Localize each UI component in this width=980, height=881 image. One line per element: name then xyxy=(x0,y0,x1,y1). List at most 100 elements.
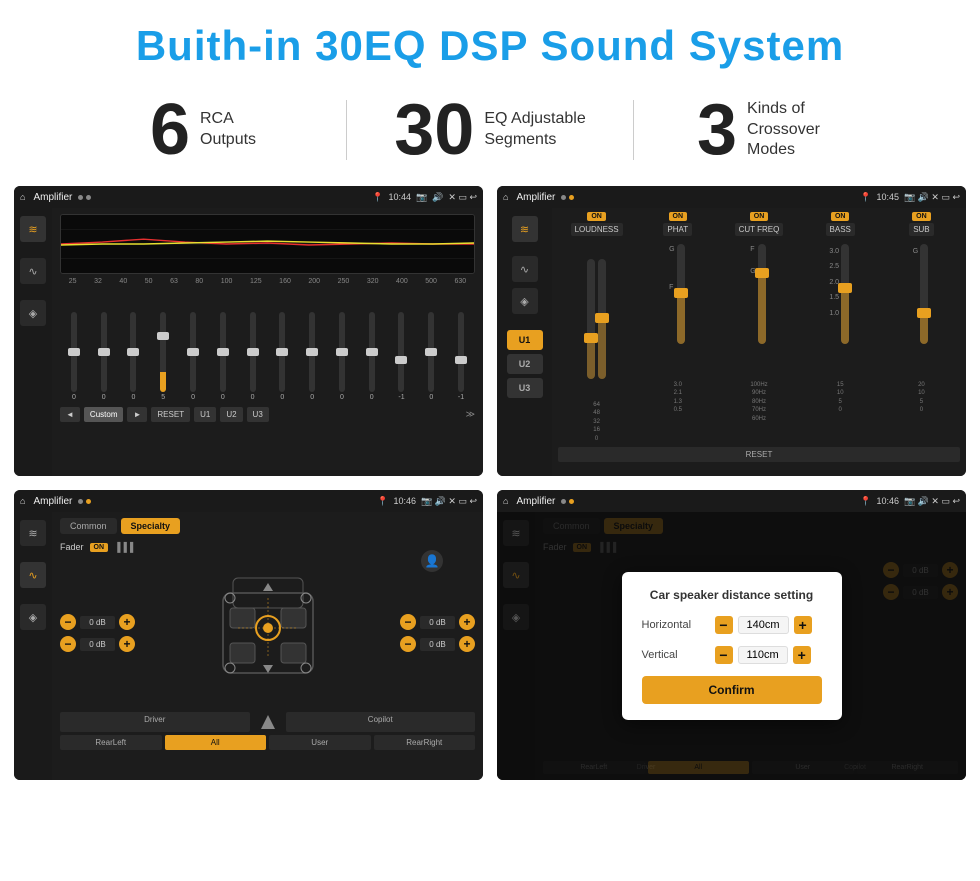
vol-rl-minus[interactable]: − xyxy=(60,636,76,652)
channel-phat: ON PHAT GF 3.02.11.30.5 xyxy=(639,212,716,443)
rearleft-btn[interactable]: RearLeft xyxy=(60,735,162,750)
eq-slider-10[interactable]: 0 xyxy=(358,312,386,401)
cutfreq-area: FG xyxy=(750,239,767,379)
channel-cutfreq: ON CUT FREQ FG 100Hz90Hz80Hz70Hz60Hz xyxy=(720,212,797,443)
dialog-overlay: Car speaker distance setting Horizontal … xyxy=(497,512,966,780)
dialog-title: Car speaker distance setting xyxy=(642,588,822,602)
bottom-btns: Driver Copilot xyxy=(60,712,475,732)
eq-slider-2[interactable]: 0 xyxy=(120,312,148,401)
vertical-minus[interactable]: − xyxy=(715,646,733,664)
speaker-icon-3[interactable]: ◈ xyxy=(20,604,46,630)
loudness-slider2[interactable] xyxy=(598,259,606,379)
confirm-button[interactable]: Confirm xyxy=(642,676,822,704)
vol-rl-value: 0 dB xyxy=(80,638,115,651)
u3-sidebar[interactable]: U3 xyxy=(507,378,543,398)
wave-icon-2[interactable]: ∿ xyxy=(512,256,538,282)
screen3-main: Common Specialty Fader ON ▐▐▐ − 0 dB + xyxy=(52,512,483,780)
loudness-on[interactable]: ON xyxy=(587,212,606,221)
screen3-time: 10:46 xyxy=(393,496,416,506)
prev-btn[interactable]: ◄ xyxy=(60,407,80,422)
wave-icon-3[interactable]: ∿ xyxy=(20,562,46,588)
play-btn[interactable]: ► xyxy=(127,407,147,422)
eq-slider-9[interactable]: 0 xyxy=(328,312,356,401)
user-btn[interactable]: User xyxy=(269,735,371,750)
rearright-btn[interactable]: RearRight xyxy=(374,735,476,750)
all-btn[interactable]: All xyxy=(165,735,267,750)
eq-slider-12[interactable]: 0 xyxy=(417,312,445,401)
eq-slider-1[interactable]: 0 xyxy=(90,312,118,401)
eq-freq-labels: 253240506380100125160200250320400500630 xyxy=(60,278,475,285)
vol-fl-minus[interactable]: − xyxy=(60,614,76,630)
vertical-plus[interactable]: + xyxy=(793,646,811,664)
vol-fr-minus[interactable]: − xyxy=(400,614,416,630)
crossover-reset[interactable]: RESET xyxy=(558,447,960,462)
screen2-topbar: ⌂ Amplifier 📍 10:45 📷 🔊 ✕ ▭ ↩ xyxy=(497,186,966,208)
eq-slider-7[interactable]: 0 xyxy=(268,312,296,401)
eq-icon-3[interactable]: ≋ xyxy=(20,520,46,546)
copilot-btn[interactable]: Copilot xyxy=(286,712,476,732)
eq-icon-2[interactable]: ≋ xyxy=(512,216,538,242)
cutfreq-slider[interactable] xyxy=(758,244,766,344)
screens-grid: ⌂ Amplifier 📍 10:44 📷 🔊 ✕ ▭ ↩ ≋ ∿ ◈ xyxy=(0,186,980,780)
u1-btn[interactable]: U1 xyxy=(194,407,216,422)
sub-slider[interactable] xyxy=(920,244,928,344)
driver-btn[interactable]: Driver xyxy=(60,712,250,732)
expand-icon: ≫ xyxy=(466,409,475,420)
horizontal-plus[interactable]: + xyxy=(794,616,812,634)
eq-slider-3[interactable]: 5 xyxy=(149,312,177,401)
stat-crossover: 3 Kinds ofCrossover Modes xyxy=(634,94,920,166)
horizontal-value: 140cm xyxy=(738,616,789,634)
screen-eq: ⌂ Amplifier 📍 10:44 📷 🔊 ✕ ▭ ↩ ≋ ∿ ◈ xyxy=(14,186,483,476)
eq-slider-6[interactable]: 0 xyxy=(239,312,267,401)
cutfreq-on[interactable]: ON xyxy=(750,212,769,221)
eq-slider-4[interactable]: 0 xyxy=(179,312,207,401)
vol-fl-plus[interactable]: + xyxy=(119,614,135,630)
speaker-icon-2[interactable]: ◈ xyxy=(512,288,538,314)
sub-on[interactable]: ON xyxy=(912,212,931,221)
eq-slider-11[interactable]: -1 xyxy=(388,312,416,401)
loudness-slider1[interactable] xyxy=(587,259,595,379)
horizontal-label: Horizontal xyxy=(642,619,707,631)
bass-on[interactable]: ON xyxy=(831,212,850,221)
screen-crossover: ⌂ Amplifier 📍 10:45 📷 🔊 ✕ ▭ ↩ ≋ ∿ ◈ U1 U… xyxy=(497,186,966,476)
vertical-value: 110cm xyxy=(738,646,788,664)
channel-bass: ON BASS 3.02.52.01.51.0 151050 xyxy=(802,212,879,443)
u1-sidebar[interactable]: U1 xyxy=(507,330,543,350)
eq-slider-13[interactable]: -1 xyxy=(447,312,475,401)
vol-rr-plus[interactable]: + xyxy=(459,636,475,652)
fader-on-badge[interactable]: ON xyxy=(90,543,109,552)
cutfreq-label: CUT FREQ xyxy=(735,223,784,236)
sub-label: SUB xyxy=(909,223,933,236)
phat-on[interactable]: ON xyxy=(669,212,688,221)
bass-slider[interactable] xyxy=(841,244,849,344)
eq-slider-5[interactable]: 0 xyxy=(209,312,237,401)
phat-slider[interactable] xyxy=(677,244,685,344)
vol-rl-plus[interactable]: + xyxy=(119,636,135,652)
reset-btn[interactable]: RESET xyxy=(151,407,190,422)
horizontal-minus[interactable]: − xyxy=(715,616,733,634)
custom-btn[interactable]: Custom xyxy=(84,407,124,422)
home-icon: ⌂ xyxy=(20,192,25,202)
eq-icon[interactable]: ≋ xyxy=(20,216,46,242)
eq-slider-8[interactable]: 0 xyxy=(298,312,326,401)
screen1-title: Amplifier xyxy=(33,192,72,203)
stat-crossover-number: 3 xyxy=(697,94,737,166)
screen4-topbar: ⌂ Amplifier 📍 10:46 📷 🔊 ✕ ▭ ↩ xyxy=(497,490,966,512)
eq-slider-0[interactable]: 0 xyxy=(60,312,88,401)
screen1-topbar-right: 📍 10:44 📷 🔊 ✕ ▭ ↩ xyxy=(372,192,477,203)
eq-bottom-bar: ◄ Custom ► RESET U1 U2 U3 ≫ xyxy=(60,407,475,422)
speaker-icon[interactable]: ◈ xyxy=(20,300,46,326)
wave-icon[interactable]: ∿ xyxy=(20,258,46,284)
car-svg xyxy=(208,563,328,703)
bass-area: 3.02.52.01.51.0 xyxy=(829,239,851,379)
bottom-btns-2: RearLeft All User RearRight xyxy=(60,735,475,750)
tab-specialty[interactable]: Specialty xyxy=(121,518,181,534)
location-icon: 📍 xyxy=(372,192,383,203)
tab-common[interactable]: Common xyxy=(60,518,117,534)
vol-fr-plus[interactable]: + xyxy=(459,614,475,630)
u2-sidebar[interactable]: U2 xyxy=(507,354,543,374)
vol-ctrl-fl: − 0 dB + xyxy=(60,614,135,630)
vol-rr-minus[interactable]: − xyxy=(400,636,416,652)
u2-btn[interactable]: U2 xyxy=(220,407,242,422)
u3-btn[interactable]: U3 xyxy=(247,407,269,422)
